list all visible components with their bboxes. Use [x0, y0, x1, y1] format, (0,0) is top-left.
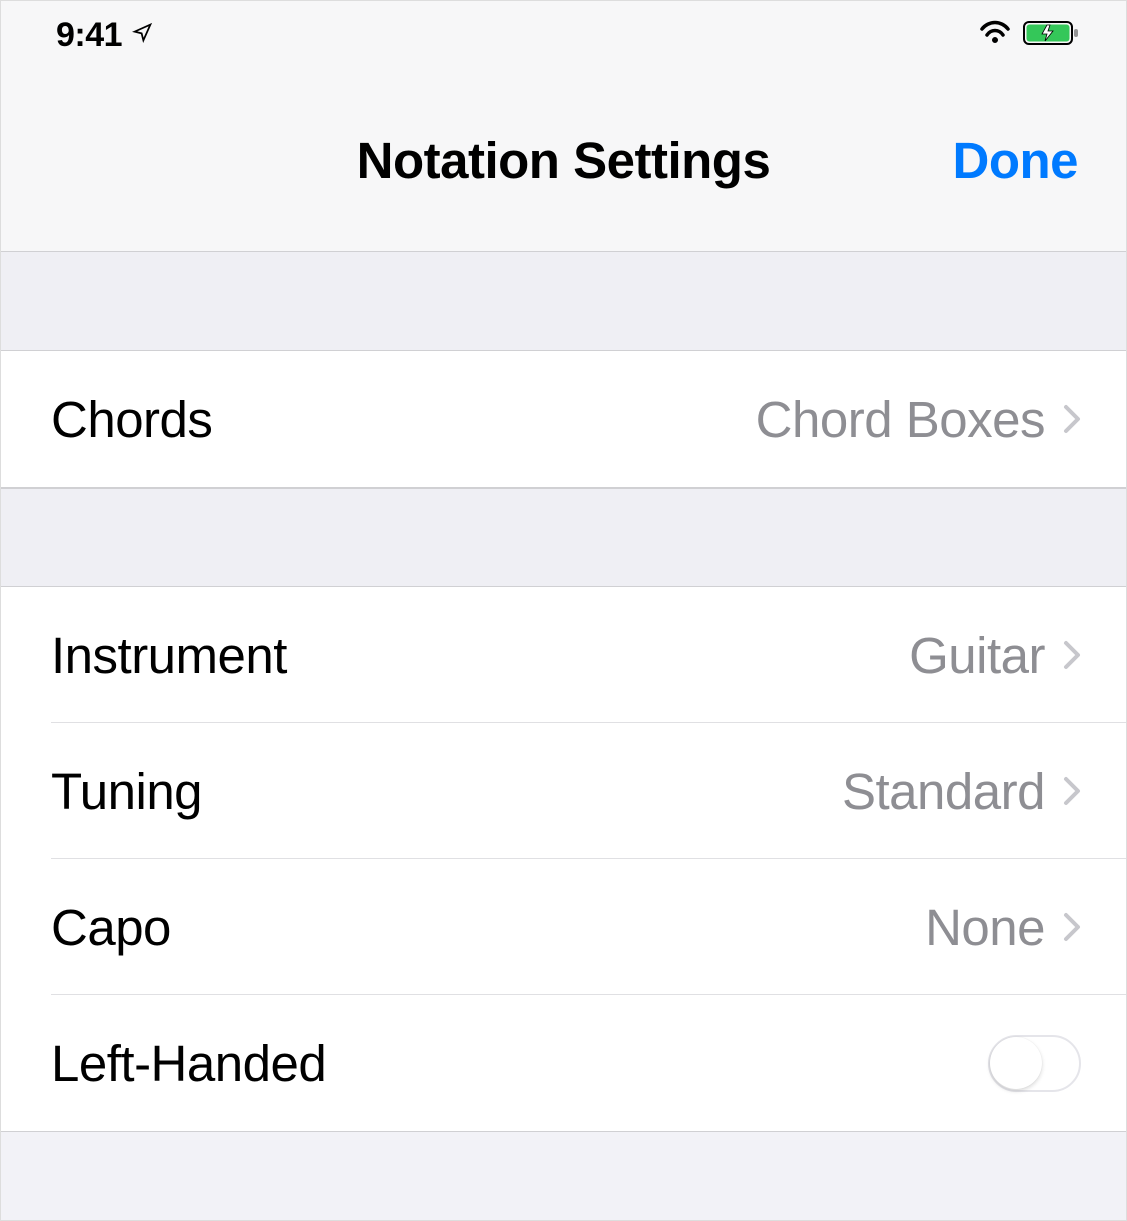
chords-value: Chord Boxes	[756, 390, 1045, 449]
done-button[interactable]: Done	[953, 131, 1079, 190]
navigation-bar: Notation Settings Done	[1, 69, 1126, 252]
capo-row[interactable]: Capo None	[1, 859, 1126, 995]
wifi-icon	[977, 19, 1013, 52]
tuning-value: Standard	[842, 762, 1045, 821]
status-left: 9:41	[56, 16, 153, 55]
chevron-right-icon	[1063, 640, 1081, 670]
capo-label: Capo	[51, 898, 925, 957]
instrument-value: Guitar	[909, 626, 1045, 685]
chevron-right-icon	[1063, 912, 1081, 942]
tuning-label: Tuning	[51, 762, 842, 821]
left-handed-row: Left-Handed	[1, 995, 1126, 1131]
left-handed-toggle[interactable]	[988, 1035, 1081, 1092]
section-gap	[1, 252, 1126, 351]
chevron-right-icon	[1063, 776, 1081, 806]
settings-group-instrument: Instrument Guitar Tuning Standard Capo N…	[1, 587, 1126, 1132]
settings-group-chords: Chords Chord Boxes	[1, 351, 1126, 488]
location-icon	[132, 22, 153, 48]
instrument-label: Instrument	[51, 626, 909, 685]
chords-label: Chords	[51, 390, 756, 449]
chevron-right-icon	[1063, 404, 1081, 434]
switch-knob	[990, 1037, 1042, 1089]
status-bar: 9:41	[1, 1, 1126, 69]
left-handed-label: Left-Handed	[51, 1034, 988, 1093]
battery-icon	[1023, 19, 1081, 52]
instrument-row[interactable]: Instrument Guitar	[1, 587, 1126, 723]
status-right	[977, 19, 1081, 52]
status-time: 9:41	[56, 16, 122, 55]
tuning-row[interactable]: Tuning Standard	[1, 723, 1126, 859]
chords-row[interactable]: Chords Chord Boxes	[1, 351, 1126, 487]
capo-value: None	[925, 898, 1045, 957]
page-title: Notation Settings	[357, 131, 771, 190]
section-gap	[1, 488, 1126, 587]
